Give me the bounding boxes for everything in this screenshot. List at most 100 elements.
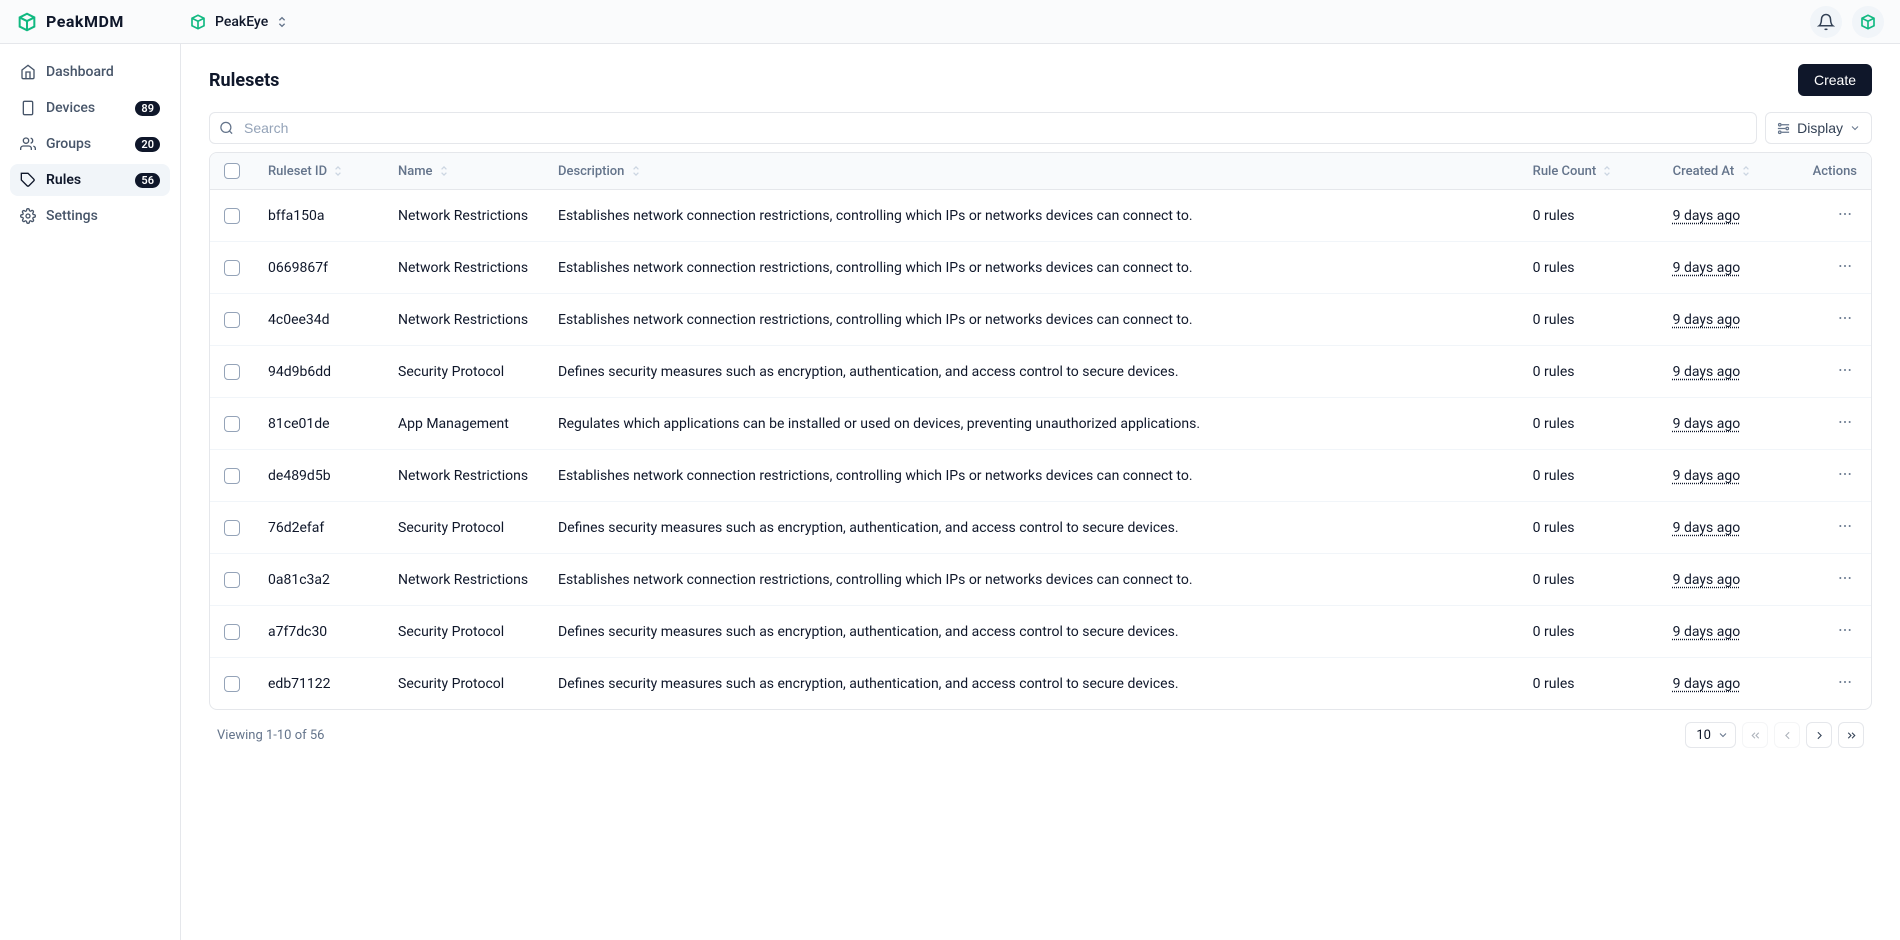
row-checkbox[interactable] bbox=[224, 676, 240, 692]
create-button[interactable]: Create bbox=[1798, 64, 1872, 96]
table-row[interactable]: 81ce01de App Management Regulates which … bbox=[210, 398, 1871, 450]
pager-first-button[interactable] bbox=[1742, 722, 1768, 748]
sliders-icon bbox=[1776, 121, 1791, 136]
cell-name: App Management bbox=[384, 398, 544, 450]
display-button[interactable]: Display bbox=[1765, 112, 1872, 144]
table-row[interactable]: 4c0ee34d Network Restrictions Establishe… bbox=[210, 294, 1871, 346]
sidebar-badge: 56 bbox=[135, 173, 160, 188]
more-horizontal-icon bbox=[1837, 518, 1853, 534]
cell-created[interactable]: 9 days ago bbox=[1673, 520, 1741, 536]
rulesets-table: Ruleset ID Name bbox=[210, 153, 1871, 709]
org-logo-icon bbox=[189, 13, 207, 31]
org-selector[interactable]: PeakEye bbox=[181, 9, 296, 35]
sort-icon bbox=[632, 166, 640, 176]
device-icon bbox=[20, 100, 36, 116]
col-header-id[interactable]: Ruleset ID bbox=[254, 153, 384, 190]
sidebar-item-groups[interactable]: Groups 20 bbox=[10, 128, 170, 160]
notifications-button[interactable] bbox=[1810, 6, 1842, 38]
home-icon bbox=[20, 64, 36, 80]
row-actions-button[interactable] bbox=[1833, 514, 1857, 541]
chevron-down-icon bbox=[1849, 122, 1861, 134]
table-row[interactable]: 0669867f Network Restrictions Establishe… bbox=[210, 242, 1871, 294]
cell-description: Defines security measures such as encryp… bbox=[544, 346, 1519, 398]
col-header-label: Actions bbox=[1813, 164, 1857, 179]
cell-count: 0 rules bbox=[1519, 502, 1659, 554]
row-actions-button[interactable] bbox=[1833, 410, 1857, 437]
table-row[interactable]: bffa150a Network Restrictions Establishe… bbox=[210, 190, 1871, 242]
cell-count: 0 rules bbox=[1519, 658, 1659, 710]
table-row[interactable]: 0a81c3a2 Network Restrictions Establishe… bbox=[210, 554, 1871, 606]
col-header-description[interactable]: Description bbox=[544, 153, 1519, 190]
row-actions-button[interactable] bbox=[1833, 202, 1857, 229]
cell-created[interactable]: 9 days ago bbox=[1673, 676, 1741, 692]
col-header-name[interactable]: Name bbox=[384, 153, 544, 190]
more-horizontal-icon bbox=[1837, 570, 1853, 586]
cell-created[interactable]: 9 days ago bbox=[1673, 468, 1741, 484]
row-checkbox[interactable] bbox=[224, 416, 240, 432]
pager-last-button[interactable] bbox=[1838, 722, 1864, 748]
sidebar-item-devices[interactable]: Devices 89 bbox=[10, 92, 170, 124]
search-input[interactable] bbox=[209, 112, 1757, 144]
row-checkbox[interactable] bbox=[224, 468, 240, 484]
cell-name: Network Restrictions bbox=[384, 450, 544, 502]
cell-created[interactable]: 9 days ago bbox=[1673, 572, 1741, 588]
row-checkbox[interactable] bbox=[224, 520, 240, 536]
table-row[interactable]: edb71122 Security Protocol Defines secur… bbox=[210, 658, 1871, 710]
sort-icon bbox=[1742, 166, 1750, 176]
brand-avatar-icon bbox=[1859, 13, 1877, 31]
row-checkbox[interactable] bbox=[224, 208, 240, 224]
page-size-selector[interactable]: 10 bbox=[1685, 722, 1736, 748]
cell-name: Security Protocol bbox=[384, 502, 544, 554]
row-checkbox[interactable] bbox=[224, 312, 240, 328]
row-actions-button[interactable] bbox=[1833, 618, 1857, 645]
table-row[interactable]: a7f7dc30 Security Protocol Defines secur… bbox=[210, 606, 1871, 658]
pager-next-button[interactable] bbox=[1806, 722, 1832, 748]
search-icon bbox=[219, 121, 234, 136]
row-actions-button[interactable] bbox=[1833, 670, 1857, 697]
sidebar-item-rules[interactable]: Rules 56 bbox=[10, 164, 170, 196]
cell-created[interactable]: 9 days ago bbox=[1673, 260, 1741, 276]
col-header-count[interactable]: Rule Count bbox=[1519, 153, 1659, 190]
sidebar-item-settings[interactable]: Settings bbox=[10, 200, 170, 232]
cell-id: bffa150a bbox=[254, 190, 384, 242]
avatar-button[interactable] bbox=[1852, 6, 1884, 38]
cell-description: Defines security measures such as encryp… bbox=[544, 658, 1519, 710]
cell-created[interactable]: 9 days ago bbox=[1673, 208, 1741, 224]
cell-created[interactable]: 9 days ago bbox=[1673, 364, 1741, 380]
row-actions-button[interactable] bbox=[1833, 566, 1857, 593]
chevron-updown-icon bbox=[276, 15, 288, 29]
row-actions-button[interactable] bbox=[1833, 306, 1857, 333]
cell-created[interactable]: 9 days ago bbox=[1673, 312, 1741, 328]
cell-id: 81ce01de bbox=[254, 398, 384, 450]
sidebar-badge: 89 bbox=[135, 101, 160, 116]
pager-prev-button[interactable] bbox=[1774, 722, 1800, 748]
select-all-checkbox[interactable] bbox=[224, 163, 240, 179]
row-checkbox[interactable] bbox=[224, 572, 240, 588]
page-title: Rulesets bbox=[209, 70, 279, 91]
cell-description: Establishes network connection restricti… bbox=[544, 190, 1519, 242]
row-actions-button[interactable] bbox=[1833, 254, 1857, 281]
chevron-right-icon bbox=[1813, 729, 1826, 742]
row-checkbox[interactable] bbox=[224, 364, 240, 380]
col-header-actions: Actions bbox=[1799, 153, 1871, 190]
row-checkbox[interactable] bbox=[224, 260, 240, 276]
cell-count: 0 rules bbox=[1519, 190, 1659, 242]
table-row[interactable]: de489d5b Network Restrictions Establishe… bbox=[210, 450, 1871, 502]
row-actions-button[interactable] bbox=[1833, 462, 1857, 489]
cell-created[interactable]: 9 days ago bbox=[1673, 624, 1741, 640]
table-wrap: Ruleset ID Name bbox=[209, 152, 1872, 710]
cell-id: 94d9b6dd bbox=[254, 346, 384, 398]
cell-name: Security Protocol bbox=[384, 658, 544, 710]
table-row[interactable]: 94d9b6dd Security Protocol Defines secur… bbox=[210, 346, 1871, 398]
col-header-label: Created At bbox=[1673, 164, 1735, 179]
table-row[interactable]: 76d2efaf Security Protocol Defines secur… bbox=[210, 502, 1871, 554]
row-checkbox[interactable] bbox=[224, 624, 240, 640]
more-horizontal-icon bbox=[1837, 362, 1853, 378]
row-actions-button[interactable] bbox=[1833, 358, 1857, 385]
col-header-created[interactable]: Created At bbox=[1659, 153, 1799, 190]
header-right bbox=[1810, 6, 1884, 38]
sidebar-item-dashboard[interactable]: Dashboard bbox=[10, 56, 170, 88]
cell-created[interactable]: 9 days ago bbox=[1673, 416, 1741, 432]
toolbar: Display bbox=[209, 112, 1872, 144]
brand-logo-icon bbox=[16, 11, 38, 33]
